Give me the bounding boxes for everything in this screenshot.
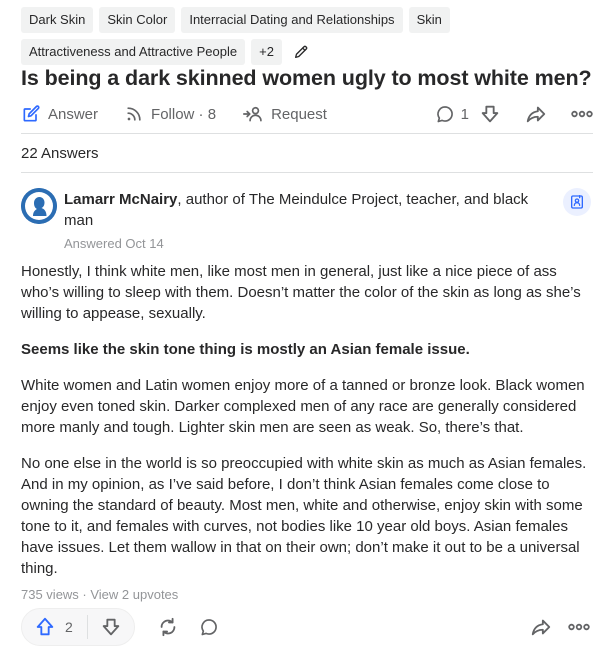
answer-pen-icon bbox=[23, 105, 40, 122]
share-icon bbox=[531, 619, 551, 636]
more-options-button[interactable] bbox=[565, 613, 593, 641]
reshare-button[interactable] bbox=[154, 613, 182, 641]
answer-paragraph: No one else in the world is so preoccupi… bbox=[21, 455, 587, 577]
comment-button[interactable] bbox=[435, 104, 455, 124]
answer-button[interactable]: Answer bbox=[21, 104, 98, 124]
answer-paragraph: White women and Latin women enjoy more o… bbox=[21, 377, 585, 436]
answer-paragraph: Seems like the skin tone thing is mostly… bbox=[21, 341, 470, 358]
request-button[interactable]: Request bbox=[242, 104, 327, 124]
comment-icon bbox=[201, 619, 217, 636]
question-actions: Answer Follow · 8 Request 1 bbox=[21, 100, 593, 128]
divider bbox=[21, 133, 593, 134]
upvote-count: 2 bbox=[65, 619, 73, 635]
downvote-icon bbox=[102, 618, 120, 636]
share-icon bbox=[526, 106, 546, 123]
more-icon bbox=[571, 110, 593, 118]
topic-chip[interactable]: Dark Skin bbox=[21, 7, 94, 33]
question-title[interactable]: Is being a dark skinned women ugly to mo… bbox=[21, 66, 601, 91]
reshare-icon bbox=[160, 617, 176, 637]
topic-chip[interactable]: Skin Color bbox=[99, 7, 176, 33]
request-icon bbox=[243, 106, 262, 122]
credential-button[interactable] bbox=[563, 188, 591, 216]
answer-stats[interactable]: 735 views · View 2 upvotes bbox=[21, 587, 178, 602]
comment-icon bbox=[436, 106, 453, 123]
author-line: Lamarr McNairy, author of The Meindulce … bbox=[64, 189, 544, 231]
answer-label: Answer bbox=[48, 105, 99, 123]
downvote-button[interactable] bbox=[88, 609, 134, 645]
upvote-icon bbox=[36, 617, 54, 636]
topic-list: Dark Skin Skin Color Interracial Dating … bbox=[21, 7, 601, 65]
divider bbox=[21, 172, 593, 173]
share-answer-button[interactable] bbox=[527, 613, 555, 641]
credential-icon bbox=[571, 195, 583, 209]
pencil-icon[interactable] bbox=[288, 39, 314, 65]
request-label: Request bbox=[271, 105, 327, 123]
answer-paragraph: Honestly, I think white men, like most m… bbox=[21, 263, 581, 322]
follow-rss-icon bbox=[127, 107, 141, 121]
comment-count: 1 bbox=[460, 105, 469, 123]
downvote-icon bbox=[481, 105, 499, 123]
follow-label: Follow · 8 bbox=[151, 105, 217, 123]
topic-chip[interactable]: Skin bbox=[408, 7, 450, 33]
vote-bar: 2 bbox=[21, 608, 135, 646]
answer-body: Honestly, I think white men, like most m… bbox=[21, 261, 593, 594]
more-topics-chip[interactable]: +2 bbox=[251, 39, 282, 65]
topic-chip[interactable]: Attractiveness and Attractive People bbox=[21, 39, 246, 65]
author-name[interactable]: Lamarr McNairy bbox=[64, 191, 177, 208]
comment-button[interactable] bbox=[195, 613, 223, 641]
follow-button[interactable]: Follow · 8 bbox=[124, 104, 216, 124]
topic-chip[interactable]: Interracial Dating and Relationships bbox=[181, 7, 403, 33]
upvote-button[interactable]: 2 bbox=[22, 609, 87, 645]
answers-count: 22 Answers bbox=[21, 145, 99, 162]
more-icon bbox=[568, 623, 590, 631]
downvote-question-button[interactable] bbox=[479, 103, 501, 125]
share-question-button[interactable] bbox=[525, 103, 547, 125]
answered-date[interactable]: Answered Oct 14 bbox=[64, 236, 164, 251]
more-options-button[interactable] bbox=[571, 110, 593, 118]
avatar[interactable] bbox=[21, 188, 57, 224]
